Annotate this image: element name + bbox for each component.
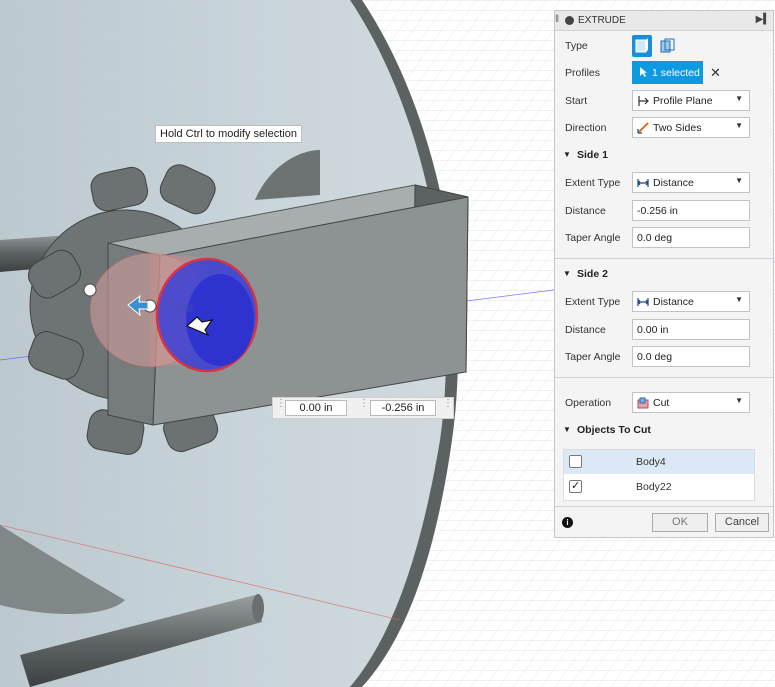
side1-taper-field[interactable]: 0.0 deg <box>632 227 750 248</box>
panel-header[interactable]: ‖ EXTRUDE ▶▍ <box>555 11 773 31</box>
operation-dropdown[interactable]: Cut ▼ <box>632 392 750 413</box>
start-row: Start Profile Plane ▼ <box>555 88 773 114</box>
side1-section-header[interactable]: ▼ Side 1 <box>555 145 773 167</box>
chevron-down-icon: ▼ <box>735 295 743 304</box>
stop-icon[interactable] <box>565 16 574 25</box>
extent-type-label: Extent Type <box>565 177 621 189</box>
collapse-triangle-icon[interactable]: ▼ <box>563 425 571 434</box>
side2-extent-dropdown[interactable]: Distance ▼ <box>632 291 750 312</box>
objects-to-cut-list: Body4 ✓ Body22 <box>563 449 755 501</box>
side2-taper-value: 0.0 deg <box>637 351 673 363</box>
profiles-label: Profiles <box>565 67 601 79</box>
drag-handle-icon[interactable]: ⋮ <box>276 399 286 415</box>
cancel-button[interactable]: Cancel <box>715 513 769 532</box>
side2-section-header[interactable]: ▼ Side 2 <box>555 264 773 286</box>
type-thin-button[interactable] <box>657 35 677 57</box>
dimension-input-bar: ⋮ 0.00 in ⋮ -0.256 in ⋮ <box>272 397 454 419</box>
type-row: Type <box>555 33 773 59</box>
direction-row: Direction Two Sides ▼ <box>555 115 773 141</box>
side1-title: Side 1 <box>577 149 608 161</box>
ok-button[interactable]: OK <box>652 513 708 532</box>
type-solid-button[interactable] <box>632 35 652 57</box>
direction-label: Direction <box>565 122 607 134</box>
list-item[interactable]: ✓ Body22 <box>564 475 754 499</box>
drag-handle-icon[interactable]: ⋮ <box>359 399 369 415</box>
body-name: Body4 <box>636 456 666 468</box>
checkmark-icon: ✓ <box>571 480 581 492</box>
chevron-down-icon: ▼ <box>735 94 743 103</box>
distance-label: Distance <box>565 324 606 336</box>
info-icon[interactable]: i <box>562 517 573 528</box>
profiles-selection-text: 1 selected <box>652 67 700 79</box>
start-value: Profile Plane <box>653 95 713 107</box>
side1-taper-row: Taper Angle 0.0 deg <box>555 225 773 251</box>
objects-to-cut-title: Objects To Cut <box>577 424 651 436</box>
body-name: Body22 <box>636 481 672 493</box>
panel-footer: i OK Cancel <box>555 506 773 538</box>
side2-extent-value: Distance <box>653 296 694 308</box>
collapse-triangle-icon[interactable]: ▼ <box>563 269 571 278</box>
side1-extent-row: Extent Type Distance ▼ <box>555 170 773 196</box>
operation-label: Operation <box>565 397 612 409</box>
profiles-selection-button[interactable]: 1 selected <box>632 61 703 84</box>
two-sides-icon <box>637 122 649 134</box>
side1-distance-row: Distance -0.256 in <box>555 198 773 224</box>
panel-title: EXTRUDE <box>578 15 626 26</box>
objects-to-cut-header[interactable]: ▼ Objects To Cut <box>555 420 773 442</box>
side1-distance-field[interactable]: -0.256 in <box>632 200 750 221</box>
drag-handle-icon[interactable]: ⋮ <box>443 399 453 415</box>
distance-label: Distance <box>565 205 606 217</box>
solid-extrude-icon <box>635 38 648 53</box>
side2-taper-field[interactable]: 0.0 deg <box>632 346 750 367</box>
taper-angle-label: Taper Angle <box>565 351 621 363</box>
type-label: Type <box>565 40 588 52</box>
direction-value: Two Sides <box>653 122 702 134</box>
side2-distance-field[interactable]: 0.00 in <box>632 319 750 340</box>
distance-icon <box>637 179 649 187</box>
chevron-down-icon: ▼ <box>735 176 743 185</box>
divider <box>555 377 773 378</box>
side2-distance-input[interactable]: 0.00 in <box>285 400 347 416</box>
start-label: Start <box>565 95 588 107</box>
side1-extent-value: Distance <box>653 177 694 189</box>
divider <box>555 258 773 259</box>
select-arrow-icon <box>640 67 647 77</box>
extrude-panel: ‖ EXTRUDE ▶▍ Type Profiles 1 selected ✕ … <box>554 10 774 538</box>
extent-type-label: Extent Type <box>565 296 621 308</box>
chevron-down-icon: ▼ <box>735 121 743 130</box>
side1-taper-value: 0.0 deg <box>637 232 673 244</box>
side1-distance-input[interactable]: -0.256 in <box>370 400 436 416</box>
side1-distance-value: -0.256 in <box>637 205 678 217</box>
body-checkbox[interactable]: ✓ <box>569 480 582 493</box>
profile-plane-icon <box>638 96 649 106</box>
side2-distance-row: Distance 0.00 in <box>555 317 773 343</box>
profiles-row: Profiles 1 selected ✕ <box>555 60 773 86</box>
hint-tooltip: Hold Ctrl to modify selection <box>155 125 302 143</box>
cut-icon <box>637 397 649 409</box>
taper-angle-label: Taper Angle <box>565 232 621 244</box>
pivot-point-1 <box>83 283 97 297</box>
body-checkbox[interactable] <box>569 455 582 468</box>
clear-selection-icon[interactable]: ✕ <box>710 65 721 81</box>
panel-grip-icon[interactable]: ‖ <box>555 14 561 26</box>
chevron-down-icon: ▼ <box>735 396 743 405</box>
collapse-triangle-icon[interactable]: ▼ <box>563 150 571 159</box>
list-item[interactable]: Body4 <box>564 450 754 474</box>
side1-extent-dropdown[interactable]: Distance ▼ <box>632 172 750 193</box>
start-dropdown[interactable]: Profile Plane ▼ <box>632 90 750 111</box>
side2-title: Side 2 <box>577 268 608 280</box>
thin-extrude-icon <box>660 38 675 53</box>
operation-value: Cut <box>653 397 670 409</box>
expand-icon[interactable]: ▶▍ <box>756 14 771 26</box>
side2-extent-row: Extent Type Distance ▼ <box>555 289 773 315</box>
side2-taper-row: Taper Angle 0.0 deg <box>555 344 773 370</box>
distance-icon <box>637 298 649 306</box>
side2-distance-value: 0.00 in <box>637 324 669 336</box>
direction-dropdown[interactable]: Two Sides ▼ <box>632 117 750 138</box>
operation-row: Operation Cut ▼ <box>555 390 773 416</box>
canvas-dimension-label: -.256 <box>168 303 193 315</box>
